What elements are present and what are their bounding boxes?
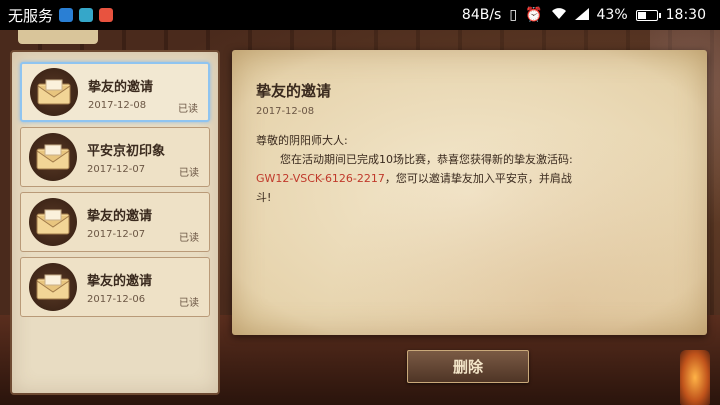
envelope-icon xyxy=(29,133,77,181)
alarm-icon: ⏰ xyxy=(525,7,543,23)
back-button[interactable] xyxy=(18,30,98,44)
letter-line: 斗! xyxy=(256,191,272,204)
letter-paper: 挚友的邀请 2017-12-08 尊敬的阴阳师大人: 您在活动期间已完成10场比… xyxy=(232,50,707,335)
mail-list-panel: 挚友的邀请 2017-12-08 已读 平安京初印象 2017-12-07 已读… xyxy=(10,50,220,395)
mail-date: 2017-12-06 xyxy=(87,294,146,305)
letter-title: 挚友的邀请 xyxy=(256,82,332,100)
mail-date: 2017-12-07 xyxy=(87,229,146,240)
mail-read-status: 已读 xyxy=(179,168,199,179)
envelope-icon xyxy=(30,68,78,116)
mail-title: 挚友的邀请 xyxy=(88,80,154,95)
vibrate-icon: ▯ xyxy=(509,7,518,23)
mail-title: 挚友的邀请 xyxy=(87,209,153,224)
network-speed: 84B/s xyxy=(461,7,502,23)
mail-item[interactable]: 挚友的邀请 2017-12-06 已读 xyxy=(20,257,210,317)
mail-date: 2017-12-07 xyxy=(87,164,146,175)
battery-icon xyxy=(635,9,661,21)
carrier-label: 无服务 xyxy=(8,6,54,25)
wifi-icon xyxy=(551,7,567,23)
mail-item[interactable]: 挚友的邀请 2017-12-08 已读 xyxy=(20,62,210,122)
lantern-icon xyxy=(680,350,710,405)
mail-read-status: 已读 xyxy=(179,233,199,244)
mail-title: 挚友的邀请 xyxy=(87,274,153,289)
letter-greeting: 尊敬的阴阳师大人: xyxy=(256,134,348,147)
battery-percent: 43% xyxy=(596,7,628,23)
delete-button[interactable]: 删除 xyxy=(407,350,529,383)
envelope-icon xyxy=(29,198,77,246)
mail-item[interactable]: 挚友的邀请 2017-12-07 已读 xyxy=(20,192,210,252)
activation-code: GW12-VSCK-6126-2217 xyxy=(256,172,385,185)
signal-icon xyxy=(574,7,589,23)
mail-item[interactable]: 平安京初印象 2017-12-07 已读 xyxy=(20,127,210,187)
game-app-icon xyxy=(99,8,114,22)
letter-date: 2017-12-08 xyxy=(256,106,315,117)
letter-body: 尊敬的阴阳师大人: 您在活动期间已完成10场比赛，恭喜您获得新的挚友激活码: G… xyxy=(256,131,683,207)
mail-date: 2017-12-08 xyxy=(88,100,147,111)
letter-line: ，您可以邀请挚友加入平安京，并肩战 xyxy=(384,172,572,185)
mail-read-status: 已读 xyxy=(178,104,198,115)
envelope-icon xyxy=(29,263,77,311)
clock: 18:30 xyxy=(665,7,706,23)
photo-app-icon xyxy=(79,8,94,22)
mail-title: 平安京初印象 xyxy=(87,144,166,159)
letter-line: 您在活动期间已完成10场比赛，恭喜您获得新的挚友激活码: xyxy=(280,153,573,166)
mail-read-status: 已读 xyxy=(179,298,199,309)
video-app-icon xyxy=(59,8,74,22)
letter-line-with-code: GW12-VSCK-6126-2217，您可以邀请挚友加入平安京，并肩战 xyxy=(256,169,683,188)
status-bar: 无服务 84B/s ▯ ⏰ 43% 18:30 xyxy=(0,0,720,30)
